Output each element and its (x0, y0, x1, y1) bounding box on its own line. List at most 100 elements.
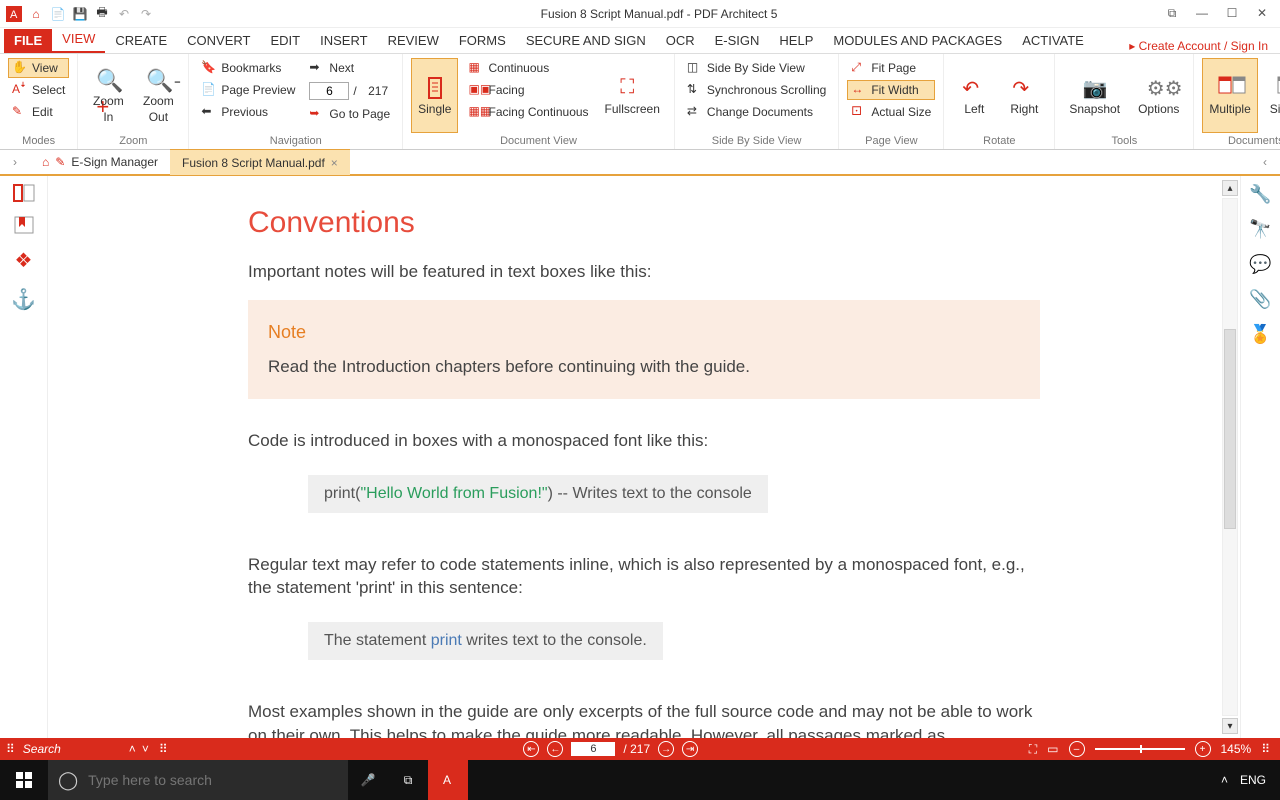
goto-page-button[interactable]: ➥Go to Page (305, 104, 394, 124)
badge-icon[interactable]: 🏅 (1249, 324, 1271, 345)
taskbar-search-input[interactable] (88, 772, 269, 788)
next-page-button[interactable]: → (658, 741, 674, 757)
tray-chevron-icon[interactable]: ˄ (1221, 773, 1228, 787)
fit-width-button[interactable]: ↔Fit Width (847, 80, 935, 100)
close-icon[interactable]: ✕ (1254, 6, 1270, 21)
tab-esign-manager[interactable]: ⌂✎E-Sign Manager (30, 149, 170, 175)
view-continuous-button[interactable]: ▦Continuous (464, 58, 592, 78)
multiple-docs-button[interactable]: Multiple (1202, 58, 1257, 133)
bookmarks-button[interactable]: 🔖Bookmarks (197, 58, 299, 78)
tools-wrench-icon[interactable]: 🔧 (1249, 184, 1271, 205)
page-number-field[interactable]: / 217 (305, 80, 394, 102)
last-page-button[interactable]: ⇥ (682, 741, 698, 757)
next-button[interactable]: ➡Next (305, 58, 394, 78)
tab-view[interactable]: VIEW (52, 27, 105, 53)
tray-lang[interactable]: ENG (1240, 773, 1266, 787)
sync-scroll-button[interactable]: ⇅Synchronous Scrolling (683, 80, 830, 100)
scroll-down-button[interactable]: ▾ (1222, 718, 1238, 734)
layers-panel-icon[interactable]: ❖ (15, 248, 33, 273)
search-dropdown-icon[interactable]: ⠿ (159, 742, 168, 756)
tab-esign[interactable]: E-SIGN (705, 29, 770, 53)
actual-size-button[interactable]: ⚀Actual Size (847, 102, 935, 122)
tab-insert[interactable]: INSERT (310, 29, 377, 53)
status-search[interactable]: ˄ ˅ ⠿ (23, 742, 193, 756)
panel-expand-right[interactable]: ‹ (1250, 155, 1280, 169)
view-single-button[interactable]: Single (411, 58, 458, 133)
tab-activate[interactable]: ACTIVATE (1012, 29, 1094, 53)
find-binoculars-icon[interactable]: 🔭 (1249, 219, 1271, 240)
taskbar-app-pdfarchitect[interactable]: A (428, 760, 468, 800)
scroll-up-button[interactable]: ▴ (1222, 180, 1238, 196)
taskbar-mic-icon[interactable]: 🎤 (348, 760, 388, 800)
tab-close-icon[interactable]: × (331, 156, 338, 170)
tab-create[interactable]: CREATE (105, 29, 177, 53)
fit-page-button[interactable]: ⤢Fit Page (847, 58, 935, 78)
tab-secure[interactable]: SECURE AND SIGN (516, 29, 656, 53)
search-next-icon[interactable]: ˅ (142, 742, 149, 756)
pen-icon: ✎ (55, 155, 65, 169)
minimize-icon[interactable]: — (1194, 6, 1210, 21)
open-icon[interactable]: 📄 (50, 6, 66, 22)
mode-select-button[interactable]: AꜜSelect (8, 80, 69, 100)
tab-help[interactable]: HELP (769, 29, 823, 53)
zoom-dropdown-icon[interactable]: ⠿ (1261, 742, 1270, 756)
home-icon[interactable]: ⌂ (28, 6, 44, 22)
status-search-input[interactable] (23, 742, 123, 756)
save-icon[interactable]: 💾 (72, 6, 88, 22)
taskbar-search[interactable]: ◯ (48, 760, 348, 800)
fullscreen-status-icon[interactable]: ⛶ (1029, 742, 1037, 757)
tab-review[interactable]: REVIEW (378, 29, 449, 53)
side-by-side-button[interactable]: ◫Side By Side View (683, 58, 830, 78)
redo-icon[interactable]: ↷ (138, 6, 154, 22)
thumbnails-panel-icon[interactable] (13, 184, 35, 202)
undo-icon[interactable]: ↶ (116, 6, 132, 22)
vertical-scrollbar[interactable]: ▴ ▾ (1222, 180, 1238, 734)
restore-down-icon[interactable]: ⧉ (1164, 6, 1180, 21)
zoom-percent[interactable]: 145% (1221, 742, 1252, 756)
change-docs-button[interactable]: ⇄Change Documents (683, 102, 830, 122)
mode-edit-button[interactable]: ✎Edit (8, 102, 69, 122)
zoom-in-status-button[interactable]: + (1195, 741, 1211, 757)
zoom-out-status-button[interactable]: – (1069, 741, 1085, 757)
anchor-panel-icon[interactable]: ⚓ (11, 287, 36, 312)
print-icon[interactable]: 🖶 (94, 6, 110, 22)
prev-page-button[interactable]: ← (547, 741, 563, 757)
fullscreen-icon: ⛶ (620, 76, 644, 100)
first-page-button[interactable]: ⇤ (523, 741, 539, 757)
page-input[interactable] (309, 82, 349, 100)
tab-modules[interactable]: MODULES AND PACKAGES (823, 29, 1012, 53)
comment-icon[interactable]: 💬 (1249, 254, 1271, 275)
zoom-in-button[interactable]: 🔍+ZoomIn (86, 58, 130, 133)
tab-edit[interactable]: EDIT (261, 29, 311, 53)
fit-status-icon[interactable]: ▭ (1047, 742, 1058, 756)
tab-document[interactable]: Fusion 8 Script Manual.pdf× (170, 149, 350, 175)
single-doc-button[interactable]: Single (1264, 58, 1280, 133)
tab-ocr[interactable]: OCR (656, 29, 705, 53)
tab-file[interactable]: FILE (4, 29, 52, 53)
rotate-right-button[interactable]: ↷Right (1002, 58, 1046, 133)
scroll-track[interactable] (1222, 198, 1238, 716)
page-preview-button[interactable]: 📄Page Preview (197, 80, 299, 100)
bookmarks-panel-icon[interactable] (13, 216, 35, 234)
zoom-out-button[interactable]: 🔍-ZoomOut (136, 58, 180, 133)
scroll-thumb[interactable] (1224, 329, 1236, 529)
status-page-input[interactable] (571, 742, 615, 756)
attach-icon[interactable]: 📎 (1249, 289, 1271, 310)
mode-view-button[interactable]: ✋View (8, 58, 69, 78)
snapshot-button[interactable]: 📷Snapshot (1063, 58, 1126, 133)
previous-button[interactable]: ⬅Previous (197, 102, 299, 122)
maximize-icon[interactable]: ☐ (1224, 6, 1240, 21)
taskview-icon[interactable]: ⧉ (388, 760, 428, 800)
rotate-left-button[interactable]: ↶Left (952, 58, 996, 133)
view-facing-continuous-button[interactable]: ▦▦Facing Continuous (464, 102, 592, 122)
tab-convert[interactable]: CONVERT (177, 29, 260, 53)
panel-expand-left[interactable]: › (0, 155, 30, 169)
zoom-slider[interactable] (1095, 748, 1185, 750)
options-button[interactable]: ⚙⚙Options (1132, 58, 1185, 133)
view-facing-button[interactable]: ▣▣Facing (464, 80, 592, 100)
search-prev-icon[interactable]: ˄ (129, 742, 136, 756)
start-button[interactable] (0, 760, 48, 800)
fullscreen-button[interactable]: ⛶Fullscreen (599, 58, 666, 133)
signin-link[interactable]: Create Account / Sign In (1129, 39, 1268, 53)
tab-forms[interactable]: FORMS (449, 29, 516, 53)
